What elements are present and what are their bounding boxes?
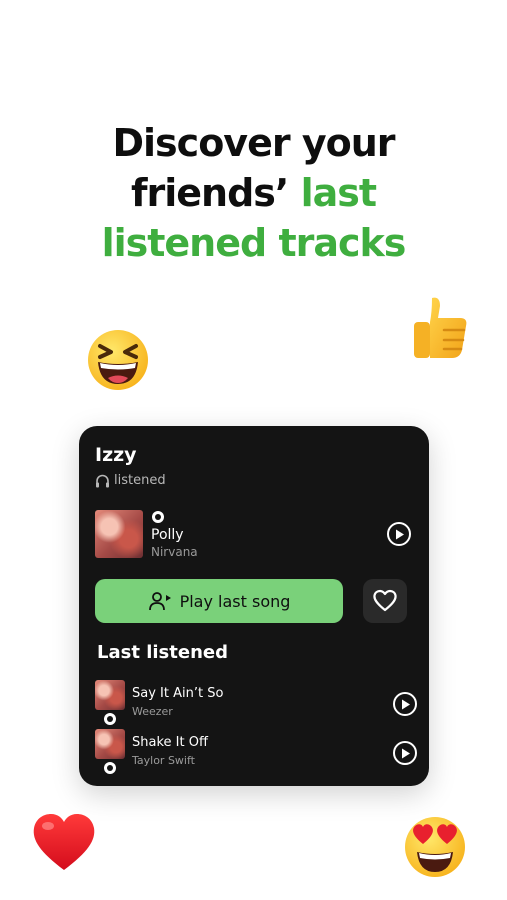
play-icon [402,748,410,758]
play-icon [396,529,404,539]
play-button[interactable] [387,522,411,546]
play-last-song-button[interactable]: Play last song [95,579,343,623]
listening-status-label: listened [114,473,166,488]
current-track[interactable]: Polly Nirvana [95,510,413,560]
album-art [95,729,125,759]
track-artist: Nirvana [151,545,198,559]
track-title: Shake It Off [132,735,208,750]
play-last-song-label: Play last song [179,591,291,611]
album-art [95,510,143,558]
play-button[interactable] [393,741,417,765]
album-art [95,680,125,710]
friend-name: Izzy [95,444,137,466]
headline: Discover your friends’ last listened tra… [0,118,507,268]
listening-status: listened [95,473,166,488]
like-button[interactable] [363,579,407,623]
track-artist: Taylor Swift [132,754,195,767]
spotify-icon [104,762,116,774]
red-heart-icon [33,814,95,870]
grinning-squinting-face-icon [88,330,148,390]
headline-line-2-plain: friends’ [130,171,289,215]
spotify-icon [104,713,116,725]
last-listened-heading: Last listened [97,642,228,663]
headline-line-3: listened tracks [101,221,407,265]
spotify-icon [152,511,164,523]
heart-outline-icon [373,589,397,612]
headline-line-2: friends’ last [0,168,507,218]
play-button[interactable] [393,692,417,716]
user-play-icon [148,592,171,611]
track-title: Say It Ain’t So [132,686,224,701]
friend-activity-card: Izzy listened Polly Nirvana Play last so… [79,426,429,786]
list-item[interactable]: Shake It Off Taylor Swift [95,729,417,774]
headline-line-1: Discover your [112,121,395,165]
play-icon [402,699,410,709]
track-artist: Weezer [132,705,173,718]
thumbs-up-icon [414,297,467,358]
track-title: Polly [151,527,184,543]
list-item[interactable]: Say It Ain’t So Weezer [95,680,417,725]
headline-line-2-accent: last [300,171,377,215]
headphones-icon [96,474,109,487]
heart-eyes-face-icon [405,817,465,877]
